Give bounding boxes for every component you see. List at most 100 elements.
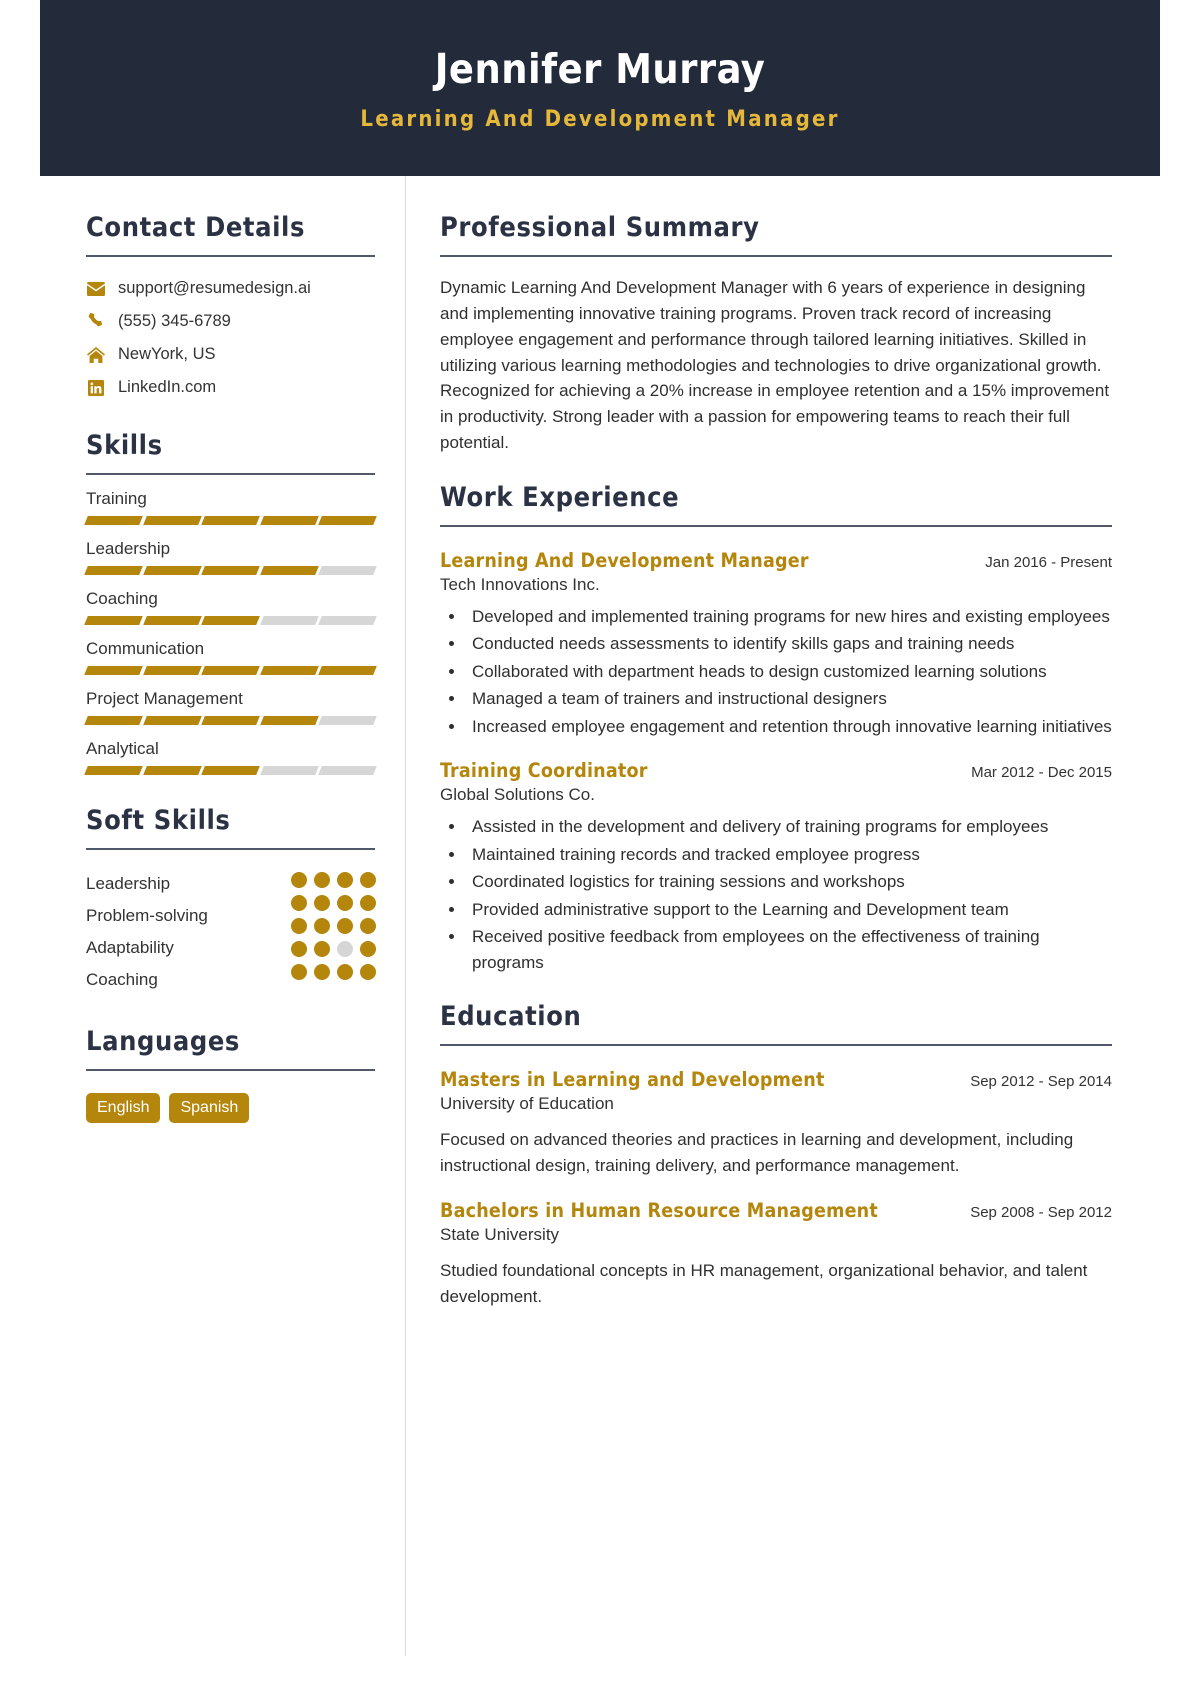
soft-skill-dot [360,894,376,911]
contact-item-location[interactable]: NewYork, US [86,343,375,366]
experience-entry: Learning And Development Manager Jan 2016… [440,549,1112,740]
skill-bar-segment [259,665,319,675]
contact-item-phone[interactable]: (555) 345-6789 [86,310,375,333]
skill-bar-segment [142,765,202,775]
soft-skill-rating-dots [291,871,386,980]
section-heading-languages: Languages [86,1025,240,1057]
entry-organization: Tech Innovations Inc. [440,574,600,594]
entry-organization: State University [440,1225,560,1245]
skill-bar-segment [201,665,260,675]
entry-bullet: Managed a team of trainers and instructi… [466,686,1112,712]
entry-title: Learning And Development Manager [440,548,809,572]
contact-value-location: NewYork, US [118,345,216,364]
entry-bullet-list: Developed and implemented training progr… [466,604,1112,740]
contact-item-email[interactable]: support@resumedesign.ai [86,277,375,300]
skill-level-bar [84,765,377,775]
contact-item-linkedin[interactable]: LinkedIn.com [86,376,375,399]
section-divider [86,472,375,475]
entry-bullet: Collaborated with department heads to de… [466,659,1112,685]
skills-list: Training Leadership Coaching Communication P… [84,488,377,775]
soft-skill-dot [337,894,353,911]
soft-skill-dot [291,917,307,934]
skill-label: Coaching [86,588,158,608]
soft-skill-dot [337,871,353,888]
entry-header: Learning And Development Manager Jan 2016… [440,549,1112,572]
section-contact-details: Contact Details support@resumedesign.ai … [86,212,375,399]
entry-organization: University of Education [440,1094,614,1114]
entry-bullet: Coordinated logistics for training sessi… [466,869,1112,895]
section-divider [86,1068,375,1071]
entry-title: Masters in Learning and Development [440,1068,825,1092]
summary-paragraph: Dynamic Learning And Development Manager… [440,278,1110,453]
section-divider [440,1044,1112,1047]
entry-date-range: Sep 2012 - Sep 2014 [970,1073,1112,1091]
section-divider [86,255,375,258]
languages-tag-list: English Spanish [86,1092,375,1124]
soft-skill-dot [360,963,376,980]
contact-value-linkedin: LinkedIn.com [118,378,217,397]
linkedin-icon [86,379,106,396]
candidate-job-title: Learning And Development Manager [360,107,840,133]
sidebar: Contact Details support@resumedesign.ai … [40,176,406,1657]
skill-bar-segment [201,615,260,625]
soft-skill-dot [337,917,353,934]
soft-skill-dot [291,871,307,888]
work-experience-list: Learning And Development Manager Jan 2016… [440,549,1112,976]
skill-bar-segment [84,765,143,775]
entry-bullet: Provided administrative support to the L… [466,897,1112,923]
skill-bar-segment [318,665,377,675]
soft-skill-dot [291,963,307,980]
skill-label: Communication [86,638,205,658]
soft-skill-dot [360,940,376,957]
experience-entry: Training Coordinator Mar 2012 - Dec 2015 G… [440,759,1112,975]
envelope-icon [86,281,106,296]
skill-item: Analytical [84,738,377,775]
section-heading-summary: Professional Summary [440,212,760,244]
skill-bar-segment [142,665,202,675]
skill-bar-segment [259,515,319,525]
soft-skill-dot [291,894,307,911]
home-icon [86,346,106,363]
soft-skill-dot [360,871,376,888]
skill-label: Training [86,488,147,508]
skill-bar-segment [318,565,377,575]
skill-item: Communication [84,638,377,675]
entry-bullet: Received positive feedback from employee… [466,924,1112,975]
entry-bullet: Maintained training records and tracked … [466,842,1112,868]
skill-bar-segment [318,615,377,625]
skill-level-bar [84,715,377,725]
soft-skills-list: Leadership Problem-solving Adaptability Coa… [86,868,376,996]
entry-header: Masters in Learning and Development Sep 2… [440,1068,1112,1091]
entry-header: Bachelors in Human Resource Management Se… [440,1199,1112,1222]
skill-level-bar [84,515,377,525]
soft-skill-dot [360,917,376,934]
skill-label: Leadership [86,538,171,558]
soft-skill-dot [337,963,353,980]
section-soft-skills: Soft Skills Leadership Problem-solving Ada… [86,805,376,996]
main-column: Professional Summary Dynamic Learning An… [406,176,1160,1656]
section-work-experience: Work Experience Learning And Development… [440,482,1112,976]
language-tag: Spanish [169,1092,250,1124]
skill-bar-segment [318,715,377,725]
soft-skill-dot [314,871,330,888]
section-heading-work-experience: Work Experience [440,481,680,513]
entry-description: Studied foundational concepts in HR mana… [440,1261,1088,1306]
soft-skill-dot [314,940,330,957]
skill-bar-segment [84,565,143,575]
skill-bar-segment [201,715,260,725]
skill-item: Project Management [84,689,377,725]
section-education: Education Masters in Learning and Develo… [440,1001,1112,1309]
skill-label: Analytical [86,738,159,758]
resume-header: Jennifer Murray Learning And Development… [40,0,1160,177]
skill-bar-segment [201,515,260,525]
skill-bar-segment [259,615,319,625]
experience-entry: Bachelors in Human Resource Management Se… [440,1199,1112,1310]
section-divider [86,847,375,850]
entry-header: Training Coordinator Mar 2012 - Dec 2015 [440,759,1112,782]
skill-bar-segment [259,715,319,725]
skill-bar-segment [259,565,319,575]
soft-skill-dot [314,963,330,980]
section-professional-summary: Professional Summary Dynamic Learning An… [440,212,1112,456]
experience-entry: Masters in Learning and Development Sep 2… [440,1068,1112,1179]
skill-bar-segment [142,715,202,725]
